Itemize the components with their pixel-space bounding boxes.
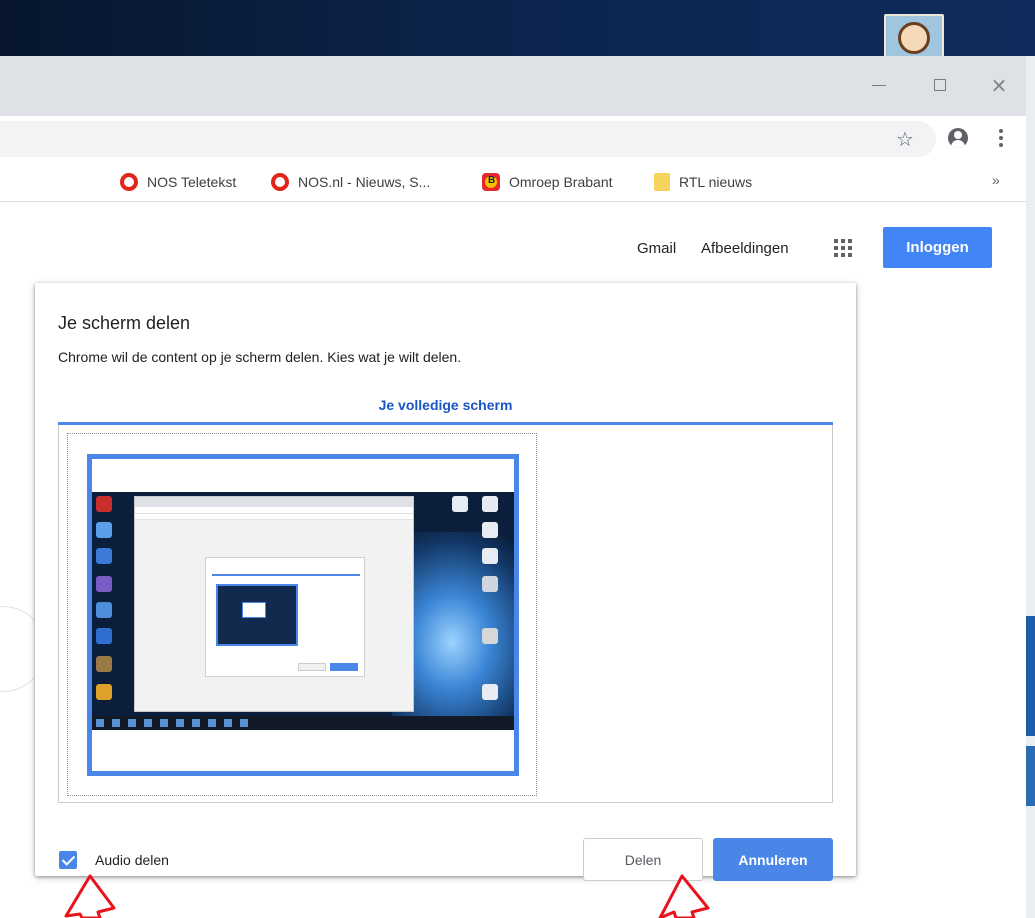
bookmark-omroep-brabant[interactable]: B Omroep Brabant bbox=[482, 171, 613, 193]
tab-entire-screen[interactable]: Je volledige scherm bbox=[58, 393, 833, 425]
omroep-brabant-icon: B bbox=[482, 173, 500, 191]
bookmark-label: NOS Teletekst bbox=[147, 174, 237, 190]
bookmark-rtl-nieuws[interactable]: RTL nieuws bbox=[654, 171, 752, 193]
bookmarks-bar: NOS Teletekst NOS.nl - Nieuws, S... B Om… bbox=[0, 162, 1026, 202]
minimize-icon[interactable] bbox=[864, 70, 894, 100]
dialog-footer: Audio delen Delen Annuleren bbox=[35, 823, 856, 881]
browser-title-bar: × bbox=[0, 56, 1026, 116]
screen-thumbnail[interactable] bbox=[87, 454, 519, 776]
address-bar[interactable] bbox=[0, 121, 936, 157]
account-icon[interactable] bbox=[948, 128, 968, 148]
browser-menu-icon[interactable] bbox=[998, 129, 1004, 149]
source-list bbox=[58, 425, 833, 803]
bookmark-label: NOS.nl - Nieuws, S... bbox=[298, 174, 431, 190]
images-link[interactable]: Afbeeldingen bbox=[701, 240, 789, 257]
nos-icon bbox=[120, 173, 138, 191]
bookmarks-overflow-icon[interactable]: » bbox=[992, 172, 1000, 188]
screen-option[interactable] bbox=[67, 433, 537, 796]
cancel-button[interactable]: Annuleren bbox=[713, 838, 833, 881]
bookmark-nos-nl[interactable]: NOS.nl - Nieuws, S... bbox=[271, 171, 430, 193]
share-screen-dialog: Je scherm delen Chrome wil de content op… bbox=[35, 283, 856, 881]
google-header: Gmail Afbeeldingen Inloggen bbox=[0, 203, 1026, 278]
audio-share-label: Audio delen bbox=[95, 852, 169, 868]
nos-icon bbox=[271, 173, 289, 191]
tab-label: Je volledige scherm bbox=[378, 397, 513, 413]
screen-preview-image bbox=[92, 492, 514, 730]
screenshot: × ☆ NOS Teletekst NOS.nl - Nieuws, S... … bbox=[0, 0, 1035, 918]
google-apps-icon[interactable] bbox=[834, 239, 852, 257]
annotation-arrow-icon bbox=[658, 874, 710, 918]
user-picture-icon[interactable] bbox=[884, 14, 944, 60]
bookmark-nos-teletekst[interactable]: NOS Teletekst bbox=[120, 171, 236, 193]
close-icon[interactable]: × bbox=[984, 70, 1014, 100]
folder-icon bbox=[654, 173, 670, 191]
desktop-edge bbox=[1026, 56, 1035, 918]
audio-share-checkbox[interactable] bbox=[59, 851, 77, 869]
annotation-arrow-icon bbox=[64, 874, 116, 918]
bookmark-star-icon[interactable]: ☆ bbox=[893, 127, 917, 151]
desktop-background bbox=[0, 0, 1035, 60]
dialog-subtitle: Chrome wil de content op je scherm delen… bbox=[58, 349, 462, 365]
bookmark-label: Omroep Brabant bbox=[509, 174, 613, 190]
bookmark-label: RTL nieuws bbox=[679, 174, 753, 190]
signin-button[interactable]: Inloggen bbox=[883, 227, 992, 268]
dialog-title: Je scherm delen bbox=[58, 313, 191, 333]
gmail-link[interactable]: Gmail bbox=[637, 240, 676, 257]
maximize-icon[interactable] bbox=[925, 70, 955, 100]
browser-toolbar: ☆ bbox=[0, 116, 1026, 162]
